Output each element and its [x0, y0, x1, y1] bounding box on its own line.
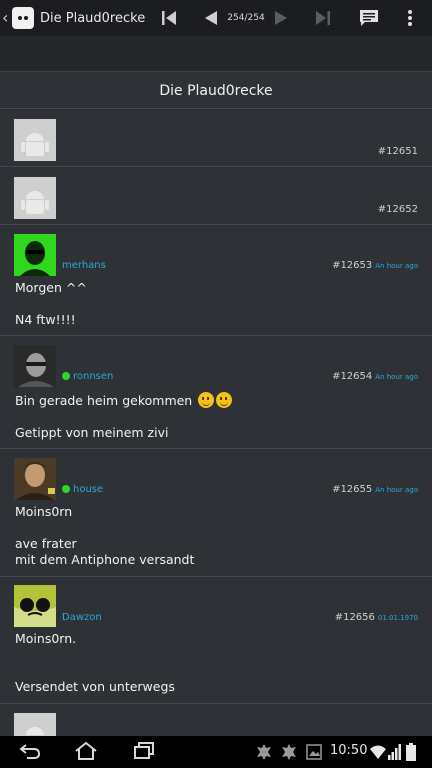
status-clock: 10:50 — [330, 743, 368, 758]
image-notification-icon[interactable] — [306, 744, 322, 764]
emoji-smile-icon — [216, 392, 233, 408]
default-avatar-icon[interactable] — [14, 713, 56, 736]
post-line: N4 ftw!!!! — [15, 312, 76, 327]
post-body: Moins0rn ave frater mit dem Antiphone ve… — [15, 504, 194, 568]
post-line: Versendet von unterwegs — [15, 679, 175, 694]
post-time: An hour ago — [375, 373, 418, 381]
notification-icon[interactable] — [281, 743, 297, 765]
post-item[interactable]: ronnsen #12654 An hour ago Bin gerade hei… — [0, 337, 432, 449]
post-line: mit dem Antiphone versandt — [15, 552, 195, 567]
post-body: Moins0rn. Versendet von unterwegs — [15, 631, 175, 695]
emoji-smile-icon — [198, 392, 215, 408]
post-number: #12654 — [332, 371, 373, 382]
notification-icon[interactable] — [256, 743, 272, 765]
toolbar-spacer — [0, 36, 432, 72]
first-page-icon[interactable] — [155, 4, 183, 32]
avatar[interactable] — [14, 458, 56, 500]
next-page-icon[interactable] — [267, 4, 295, 32]
page-counter: 254/254 — [227, 13, 265, 23]
avatar[interactable] — [14, 345, 56, 387]
home-icon[interactable] — [74, 741, 98, 765]
post-line: Morgen ^^ — [15, 280, 87, 295]
post-line: Getippt von meinem zivi — [15, 425, 169, 440]
post-item[interactable] — [0, 705, 432, 736]
back-caret-icon[interactable]: ‹ — [2, 0, 11, 36]
post-number: #12652 — [377, 204, 418, 215]
avatar[interactable] — [14, 585, 56, 627]
wifi-icon — [370, 744, 386, 764]
post-meta: #12655 An hour ago — [332, 484, 418, 495]
battery-icon — [406, 743, 416, 765]
post-meta: #12656 01.01.1970 — [335, 612, 418, 623]
post-line: Bin gerade heim gekommen — [15, 393, 193, 408]
thread-header: Die Plaud0recke — [0, 73, 432, 109]
app-title[interactable]: Die Plaud0recke — [40, 11, 145, 26]
default-avatar-icon[interactable] — [14, 119, 56, 161]
post-time: 01.01.1970 — [377, 614, 418, 622]
post-line: Moins0rn — [15, 504, 73, 519]
post-item[interactable]: Dawzon #12656 01.01.1970 Moins0rn. Versen… — [0, 578, 432, 704]
post-item[interactable]: house #12655 An hour ago Moins0rn ave fra… — [0, 450, 432, 577]
post-number: #12653 — [332, 260, 373, 271]
post-item[interactable]: #12651 — [0, 110, 432, 167]
default-avatar-icon[interactable] — [14, 177, 56, 219]
app-logo-icon[interactable] — [12, 7, 34, 29]
post-username[interactable]: house — [73, 484, 103, 495]
post-time: An hour ago — [375, 486, 418, 494]
overflow-menu-icon[interactable] — [396, 4, 424, 32]
post-number: #12651 — [377, 146, 418, 157]
post-username[interactable]: Dawzon — [62, 612, 102, 623]
post-meta: #12654 An hour ago — [332, 371, 418, 382]
action-bar: ‹ Die Plaud0recke 254/254 — [0, 0, 432, 36]
recent-apps-icon[interactable] — [133, 742, 155, 764]
reply-icon[interactable] — [355, 4, 383, 32]
post-username[interactable]: ronnsen — [73, 371, 113, 382]
post-body: Bin gerade heim gekommen Getippt von mei… — [15, 392, 233, 441]
post-meta: #12653 An hour ago — [332, 260, 418, 271]
post-line: ave frater — [15, 536, 77, 551]
post-username-wrap[interactable]: ronnsen — [62, 371, 113, 382]
last-page-icon[interactable] — [309, 4, 337, 32]
page-navigation: 254/254 — [155, 0, 337, 36]
back-icon[interactable] — [18, 742, 42, 764]
avatar[interactable] — [14, 234, 56, 276]
post-number: #12655 — [332, 484, 373, 495]
thread-title: Die Plaud0recke — [159, 82, 273, 99]
signal-icon — [388, 744, 402, 764]
online-indicator — [62, 485, 70, 493]
post-item[interactable]: merhans #12653 An hour ago Morgen ^^ N4 f… — [0, 226, 432, 336]
post-line: Moins0rn. — [15, 631, 77, 646]
post-username[interactable]: merhans — [62, 260, 106, 271]
post-item[interactable]: #12652 — [0, 168, 432, 225]
post-username-wrap[interactable]: house — [62, 484, 103, 495]
post-number: #12656 — [334, 612, 375, 623]
post-body: Morgen ^^ N4 ftw!!!! — [15, 280, 87, 328]
post-time: An hour ago — [375, 262, 418, 270]
previous-page-icon[interactable] — [197, 4, 225, 32]
online-indicator — [62, 372, 70, 380]
